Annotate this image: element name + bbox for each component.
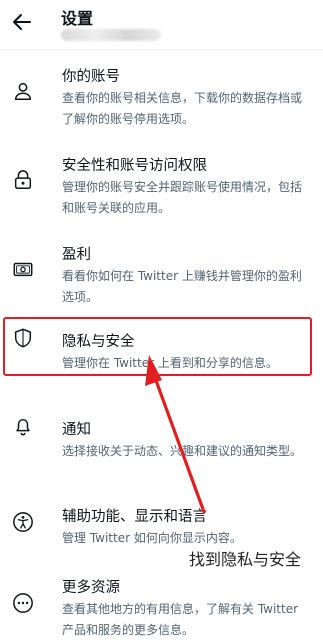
- settings-item-label: 通知: [62, 422, 91, 438]
- settings-item-your-account[interactable]: 你的账号 查看你的账号相关信息，下载你的数据存档或了解你的账号停用选项。: [0, 65, 323, 135]
- settings-item-label: 你的账号: [62, 69, 120, 85]
- back-arrow-icon[interactable]: [10, 10, 34, 34]
- highlight-box: [3, 317, 312, 376]
- settings-item-label: 盈利: [62, 247, 91, 263]
- settings-item-notifications[interactable]: 通知 选择接收关于动态、兴趣和建议的通知类型。: [0, 418, 323, 488]
- account-handle-blurred: [61, 29, 161, 41]
- settings-item-monetization[interactable]: 盈利 看看你如何在 Twitter 上赚钱并管理你的盈利选项。: [0, 243, 323, 313]
- money-icon: [13, 262, 33, 277]
- annotation-text: 找到隐私与安全: [189, 550, 302, 569]
- settings-item-description: 查看其他地方的有用信息，了解有关 Twitter 产品和服务的更多信息。: [62, 602, 299, 637]
- settings-item-label: 更多资源: [62, 580, 120, 596]
- settings-item-description: 查看你的账号相关信息，下载你的数据存档或了解你的账号停用选项。: [62, 91, 303, 126]
- settings-item-description: 看看你如何在 Twitter 上赚钱并管理你的盈利选项。: [62, 269, 302, 304]
- header: 设置: [0, 0, 323, 44]
- page-title: 设置: [61, 9, 94, 28]
- divider: [0, 49, 323, 50]
- more-icon: [13, 593, 33, 613]
- settings-item-description: 管理 Twitter 如何向你显示内容。: [62, 531, 242, 545]
- settings-item-description: 管理你的账号安全并跟踪账号使用情况，包括和账号关联的应用。: [62, 180, 303, 215]
- settings-item-security[interactable]: 安全性和账号访问权限 管理你的账号安全并跟踪账号使用情况，包括和账号关联的应用。: [0, 154, 323, 224]
- settings-item-label: 安全性和账号访问权限: [62, 158, 207, 174]
- user-icon: [14, 82, 32, 100]
- settings-item-more-resources[interactable]: 更多资源 查看其他地方的有用信息，了解有关 Twitter 产品和服务的更多信息…: [0, 576, 323, 637]
- lock-icon: [14, 170, 32, 189]
- settings-item-description: 选择接收关于动态、兴趣和建议的通知类型。: [62, 444, 303, 458]
- bell-icon: [16, 418, 30, 436]
- settings-item-label: 辅助功能、显示和语言: [62, 509, 207, 525]
- accessibility-icon: [13, 512, 33, 532]
